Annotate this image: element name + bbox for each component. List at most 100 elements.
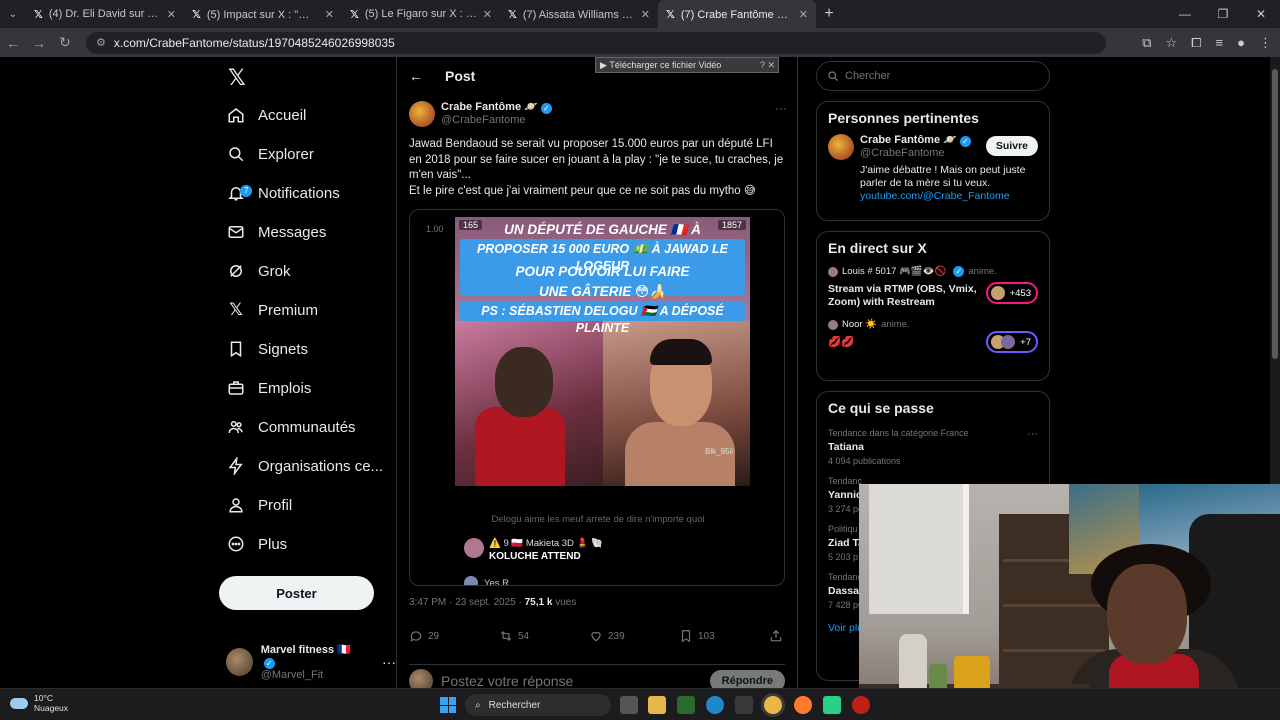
tab-search-button[interactable]: ⌄ — [0, 0, 26, 28]
reload-icon[interactable]: ↻ — [52, 34, 78, 51]
author-handle[interactable]: @CrabeFantome — [441, 114, 552, 127]
post-time[interactable]: 3:47 PM · 23 sept. 2025 · — [409, 597, 525, 608]
new-tab-button[interactable]: + — [816, 5, 842, 23]
extensions-icon[interactable]: ⧠ — [1191, 35, 1201, 51]
search-icon: ⌕ — [475, 699, 481, 711]
bio-link[interactable]: youtube.com/@Crabe_Fantome — [860, 190, 1038, 203]
back-icon[interactable]: ← — [0, 35, 26, 51]
sidebar-item-communities[interactable]: Communautés — [226, 408, 356, 446]
more-icon[interactable]: ··· — [382, 654, 396, 670]
url-text: x.com/CrabeFantome/status/19704852460269… — [113, 35, 395, 50]
taskbar-search[interactable]: ⌕ Rechercher — [465, 694, 611, 716]
media-icon[interactable]: ≡ — [1216, 35, 1224, 50]
start-icon[interactable] — [440, 697, 456, 713]
profile-icon[interactable]: ● — [1237, 35, 1245, 50]
live-listeners[interactable]: +453 — [986, 282, 1038, 304]
sidebar-item-notifications[interactable]: 7 Notifications — [226, 174, 340, 212]
repost-button[interactable]: 54 — [499, 629, 589, 643]
close-icon[interactable]: ✕ — [167, 8, 176, 21]
file-explorer-icon[interactable] — [648, 696, 666, 714]
author-name[interactable]: Crabe Fantôme 🪐 — [441, 101, 538, 113]
app-icon[interactable] — [823, 696, 841, 714]
maximize-icon[interactable]: ❐ — [1204, 0, 1242, 28]
app-icon[interactable] — [852, 696, 870, 714]
bookmark-icon — [226, 339, 246, 359]
browser-tab-active[interactable]: 𝕏 (7) Crabe Fantôme 🪐 sur X ✕ — [658, 0, 816, 28]
avatar[interactable] — [409, 101, 435, 127]
more-icon[interactable]: ··· — [1027, 428, 1038, 440]
live-item[interactable]: Louis # 5017 🎮🎬👁️🚫 ✓ anime. Stream via RTM… — [817, 264, 1049, 317]
sidebar-item-premium[interactable]: 𝕏 Premium — [226, 291, 318, 329]
close-icon[interactable]: ? ✕ — [760, 60, 775, 71]
close-icon[interactable]: ✕ — [641, 8, 650, 21]
sidebar-item-explore[interactable]: Explorer — [226, 135, 314, 173]
close-window-icon[interactable]: ✕ — [1242, 0, 1280, 28]
video-caption-line: POUR POUVOIR LUI FAIRE — [515, 264, 690, 279]
sidebar-item-messages[interactable]: Messages — [226, 213, 326, 251]
close-icon[interactable]: ✕ — [483, 8, 492, 21]
reply-button[interactable]: 29 — [409, 629, 499, 643]
sidebar-item-grok[interactable]: Grok — [226, 252, 291, 290]
relevant-people-card: Personnes pertinentes Crabe Fantôme 🪐 ✓ @… — [816, 101, 1050, 221]
follow-button[interactable]: Suivre — [985, 136, 1038, 156]
tab-label: (7) Aissata Williams 🇸🇳 sur X : "L — [522, 8, 635, 21]
sidebar-nav: 𝕏 Accueil Explorer 7 Notifications Messa… — [218, 57, 396, 688]
scrollbar-thumb[interactable] — [1272, 69, 1278, 359]
install-icon[interactable]: ⧉ — [1142, 35, 1151, 51]
live-listeners[interactable]: +7 — [986, 331, 1038, 353]
back-arrow-icon[interactable]: ← — [409, 68, 423, 84]
card-title: Ce qui se passe — [828, 400, 934, 416]
account-switcher[interactable]: Marvel fitness 🇫🇷 ✓ @Marvel_Fit ··· — [226, 643, 396, 681]
trend-item[interactable]: Tendance dans la catégorie France Tatian… — [817, 424, 1049, 472]
taskbar: 10°C Nuageux ⌕ Rechercher — [0, 688, 1280, 720]
post-button[interactable]: Poster — [219, 576, 374, 610]
sidebar-item-jobs[interactable]: Emplois — [226, 369, 311, 407]
minimize-icon[interactable]: — — [1166, 0, 1204, 28]
browser-tab[interactable]: 𝕏 (4) Dr. Eli David sur X : "Trump's ✕ — [26, 0, 184, 28]
close-icon[interactable]: ✕ — [325, 8, 334, 21]
download-label: Télécharger ce fichier Vidéo — [609, 60, 722, 70]
store-icon[interactable] — [735, 696, 753, 714]
nvidia-icon[interactable] — [677, 696, 695, 714]
chrome-icon[interactable] — [764, 696, 782, 714]
sidebar-item-more[interactable]: Plus — [226, 525, 287, 563]
live-status: anime. — [968, 266, 997, 277]
forward-icon[interactable]: → — [26, 35, 52, 51]
post-video[interactable]: 1.00 165 1857 UN DÉPUTÉ DE GAUCHE 🇫🇷 À P… — [409, 209, 785, 586]
like-button[interactable]: 239 — [589, 629, 679, 643]
star-icon[interactable]: ☆ — [1165, 35, 1177, 51]
video-frame[interactable]: 165 1857 UN DÉPUTÉ DE GAUCHE 🇫🇷 À PROPOS… — [455, 217, 750, 486]
video-username-tag: Blk_95ii — [705, 447, 734, 456]
sidebar-item-home[interactable]: Accueil — [226, 96, 306, 134]
live-item[interactable]: Noor ☀️ anime. 💋💋 +7 — [817, 317, 1049, 357]
browser-tab[interactable]: 𝕏 (5) Le Figaro sur X : "«Rima Has ✕ — [342, 0, 500, 28]
weather-widget[interactable]: 10°C Nuageux — [10, 693, 68, 713]
url-input[interactable]: ⚙ x.com/CrabeFantome/status/197048524602… — [86, 31, 1106, 54]
browser-tab[interactable]: 𝕏 (5) Impact sur X : "🚨🇫🇷 FLASH ✕ — [184, 0, 342, 28]
view-count: 75,1 k — [524, 597, 553, 608]
relevant-person[interactable]: Crabe Fantôme 🪐 ✓ @CrabeFantome Suivre — [817, 134, 1049, 160]
edge-icon[interactable] — [706, 696, 724, 714]
task-view-icon[interactable] — [620, 696, 638, 714]
video-caption-line: UNE GÂTERIE 😳🍌 — [539, 284, 666, 299]
site-info-icon[interactable]: ⚙ — [96, 36, 106, 49]
browser-tab[interactable]: 𝕏 (7) Aissata Williams 🇸🇳 sur X : "L ✕ — [500, 0, 658, 28]
download-video-banner[interactable]: ▶ Télécharger ce fichier Vidéo ? ✕ — [595, 57, 779, 73]
reply-input[interactable]: Postez votre réponse — [441, 673, 710, 688]
views-label: vues — [552, 597, 577, 608]
live-user-name: Louis # 5017 🎮🎬👁️🚫 — [842, 266, 947, 277]
sidebar-item-label: Notifications — [258, 184, 340, 202]
firefox-icon[interactable] — [794, 696, 812, 714]
post-meta: 3:47 PM · 23 sept. 2025 · 75,1 k vues — [409, 597, 576, 608]
sidebar-item-profile[interactable]: Profil — [226, 486, 292, 524]
reply-submit-button[interactable]: Répondre — [709, 670, 785, 688]
more-icon[interactable]: ··· — [775, 101, 787, 115]
bookmark-button[interactable]: 103 — [679, 629, 769, 643]
menu-icon[interactable]: ⋮ — [1259, 35, 1272, 51]
close-icon[interactable]: ✕ — [799, 8, 808, 21]
sidebar-item-organisations[interactable]: Organisations ce... — [226, 447, 383, 485]
search-input[interactable]: Chercher — [816, 61, 1050, 91]
sidebar-item-bookmarks[interactable]: Signets — [226, 330, 308, 368]
x-logo-icon[interactable]: 𝕏 — [228, 65, 246, 91]
share-button[interactable] — [769, 629, 783, 643]
